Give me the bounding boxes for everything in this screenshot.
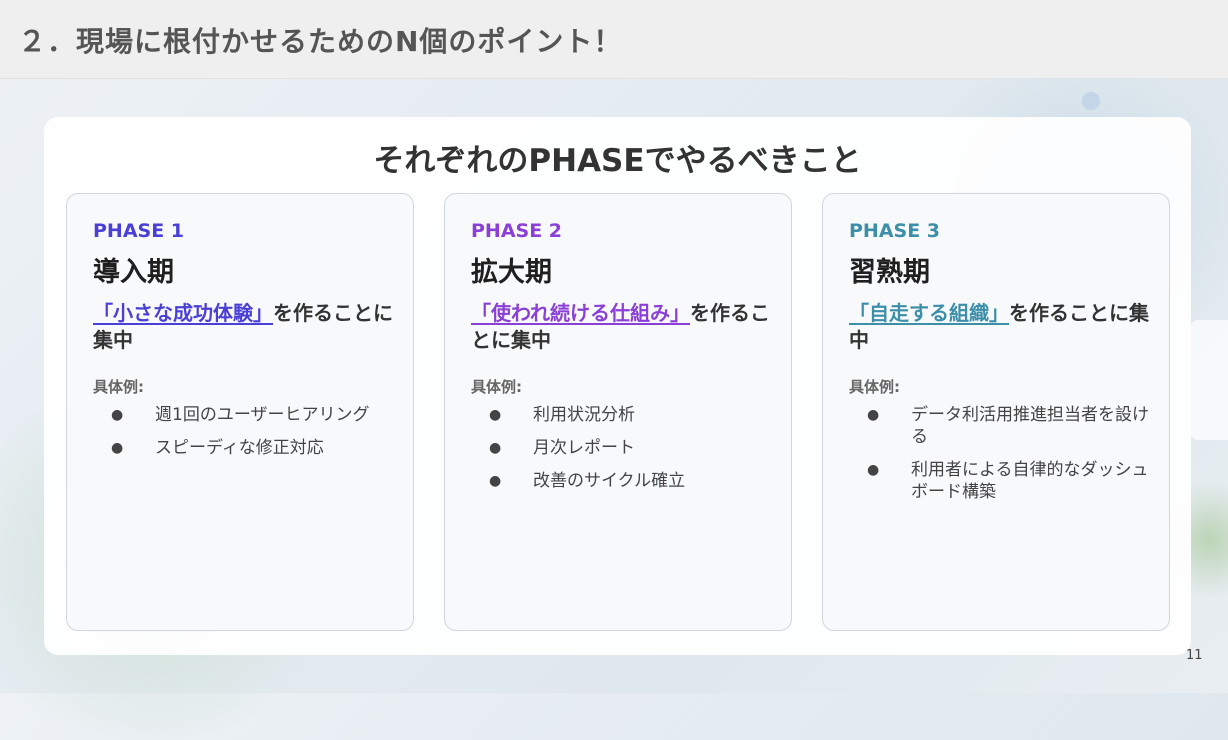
phase-name: 導入期 xyxy=(93,257,174,288)
bullet-icon: ● xyxy=(489,407,502,423)
bullet-icon: ● xyxy=(489,440,502,456)
phase-focus: 「使われ続ける仕組み」を作ることに集中 xyxy=(471,300,771,354)
background-decoration xyxy=(1082,92,1100,110)
content-panel: それぞれのPHASEでやるべきこと PHASE 1 導入期 「小さな成功体験」を… xyxy=(44,117,1191,655)
phase-label: PHASE 2 xyxy=(471,220,563,242)
examples-label: 具体例: xyxy=(471,378,522,396)
focus-highlight: 「小さな成功体験」 xyxy=(93,301,273,325)
example-text: データ利活用推進担当者を設ける xyxy=(911,405,1149,447)
list-item: ● スピーディな修正対応 xyxy=(93,437,393,459)
background-decoration xyxy=(1190,320,1228,440)
phase-name: 習熟期 xyxy=(849,257,930,288)
phase-label: PHASE 1 xyxy=(93,220,185,242)
example-text: 利用者による自律的なダッシュボード構築 xyxy=(911,460,1149,502)
focus-highlight: 「使われ続ける仕組み」 xyxy=(471,301,690,325)
phase-focus: 「自走する組織」を作ることに集中 xyxy=(849,300,1149,354)
examples-label: 具体例: xyxy=(93,378,144,396)
slide-title: ２．現場に根付かせるためのN個のポイント！ xyxy=(18,25,623,58)
list-item: ● 利用者による自律的なダッシュボード構築 xyxy=(849,459,1149,503)
bullet-icon: ● xyxy=(111,440,124,456)
example-text: 週1回のユーザーヒアリング xyxy=(155,405,370,425)
example-list: ● データ利活用推進担当者を設ける ● 利用者による自律的なダッシュボード構築 xyxy=(849,404,1149,514)
page-number: 11 xyxy=(1186,648,1203,663)
bullet-icon: ● xyxy=(111,407,124,423)
phase-card-2: PHASE 2 拡大期 「使われ続ける仕組み」を作ることに集中 具体例: ● 利用… xyxy=(444,193,792,631)
phase-label: PHASE 3 xyxy=(849,220,941,242)
example-text: 改善のサイクル確立 xyxy=(533,471,686,491)
bullet-icon: ● xyxy=(867,462,880,478)
example-list: ● 週1回のユーザーヒアリング ● スピーディな修正対応 xyxy=(93,404,393,470)
phase-card-3: PHASE 3 習熟期 「自走する組織」を作ることに集中 具体例: ● データ利活… xyxy=(822,193,1170,631)
example-list: ● 利用状況分析 ● 月次レポート ● 改善のサイクル確立 xyxy=(471,404,771,503)
phase-card-1: PHASE 1 導入期 「小さな成功体験」を作ることに集中 具体例: ● 週1回の… xyxy=(66,193,414,631)
bullet-icon: ● xyxy=(867,407,880,423)
bullet-icon: ● xyxy=(489,473,502,489)
phase-focus: 「小さな成功体験」を作ることに集中 xyxy=(93,300,393,354)
example-text: 利用状況分析 xyxy=(533,405,635,425)
example-text: スピーディな修正対応 xyxy=(155,438,324,458)
list-item: ● 改善のサイクル確立 xyxy=(471,470,771,492)
slide-header: ２．現場に根付かせるためのN個のポイント！ xyxy=(0,0,1228,79)
focus-highlight: 「自走する組織」 xyxy=(849,301,1009,325)
list-item: ● 月次レポート xyxy=(471,437,771,459)
panel-title: それぞれのPHASEでやるべきこと xyxy=(373,143,862,179)
list-item: ● 週1回のユーザーヒアリング xyxy=(93,404,393,426)
list-item: ● データ利活用推進担当者を設ける xyxy=(849,404,1149,448)
example-text: 月次レポート xyxy=(533,438,635,458)
list-item: ● 利用状況分析 xyxy=(471,404,771,426)
examples-label: 具体例: xyxy=(849,378,900,396)
phase-name: 拡大期 xyxy=(471,257,552,288)
